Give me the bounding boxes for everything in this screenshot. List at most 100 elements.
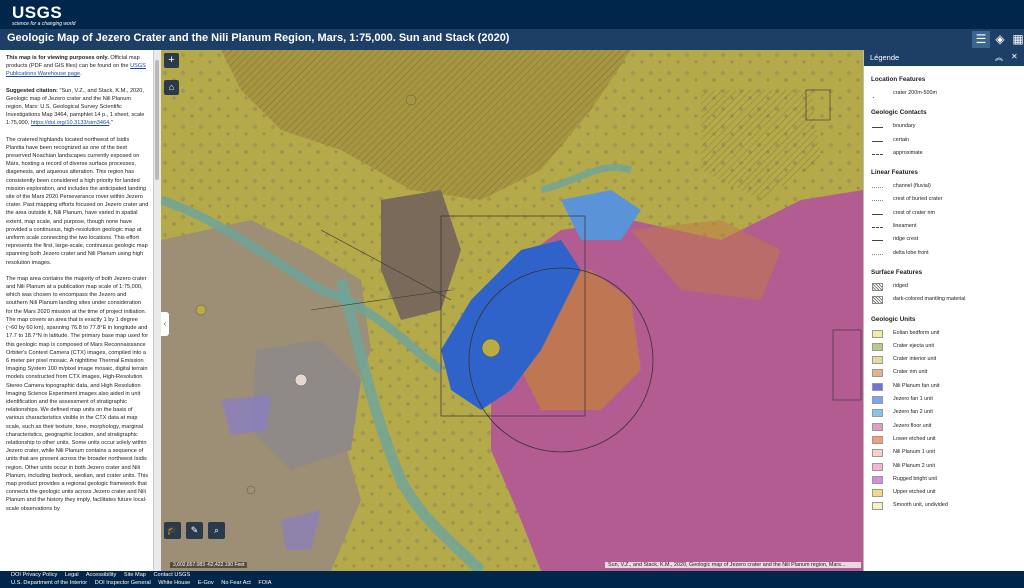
home-icon[interactable]: ⌂	[164, 80, 179, 95]
legend-label: crater 200m-500m	[893, 90, 938, 96]
legend-symbol	[872, 127, 883, 129]
crater-feature	[195, 304, 207, 316]
crater-feature	[405, 94, 417, 106]
legend-item: Crater ejecta unit	[871, 341, 1024, 354]
legend-section-title: Geologic Contacts	[871, 109, 927, 117]
legend-list-icon[interactable]: ☰	[972, 31, 990, 48]
legend-section-title: Surface Features	[871, 268, 923, 276]
legend-symbol	[872, 502, 883, 511]
usgs-logo[interactable]: USGS science for a changing world	[12, 3, 75, 27]
legend-label: crest of crater rim	[893, 209, 935, 216]
footer-link[interactable]: Accessibility	[86, 572, 116, 578]
collapse-up-icon[interactable]: ︽	[995, 52, 1003, 63]
legend-label: ridge crest	[893, 236, 919, 243]
legend-symbol	[872, 369, 883, 378]
footer-link[interactable]: Legal	[65, 572, 79, 578]
legend-symbol	[872, 356, 883, 365]
legend-item: Jezero floor unit	[871, 421, 1024, 434]
zoom-tool-icon[interactable]: ⌕	[208, 522, 225, 539]
footer-row-1: DOI Privacy Policy Legal Accessibility S…	[11, 572, 196, 578]
crater-feature	[246, 485, 256, 495]
legend-label: Jezero floor unit	[893, 422, 932, 429]
description-paragraph-2: The map area contains the majority of bo…	[6, 275, 149, 512]
legend-symbol	[872, 396, 883, 405]
legend-label: Jezero fan 2 unit	[893, 409, 933, 416]
legend-body: Location Features · crater 200m-500m Geolog…	[864, 66, 1024, 514]
legend-label: boundary	[893, 123, 916, 130]
legend-symbol	[872, 435, 883, 444]
legend-item: boundary	[871, 121, 1024, 134]
legend-item: certain	[871, 135, 1024, 148]
map-canvas[interactable]	[161, 50, 863, 571]
legend-symbol	[872, 422, 883, 431]
footer-link[interactable]: White House	[158, 580, 190, 586]
legend-label: delta lobe front	[893, 249, 929, 256]
legend-symbol	[872, 140, 883, 142]
legend-item: ridge crest	[871, 234, 1024, 247]
legend-panel: Légende ︽ ✕ Location Features · crater 200…	[863, 50, 1024, 571]
legend-item: Rugged bright unit	[871, 474, 1024, 487]
legend-item: delta lobe front	[871, 248, 1024, 261]
legend-symbol	[872, 462, 883, 471]
legend-label: Nili Planum fan unit	[893, 382, 940, 389]
legend-label: Nili Planum 2 unit	[893, 462, 935, 469]
legend-item: Smooth unit, undivided	[871, 500, 1024, 513]
citation-end: ."	[109, 120, 113, 127]
legend-label: crest of buried crater	[893, 196, 943, 203]
legend-label: ridged	[893, 282, 908, 289]
legend-symbol	[872, 329, 883, 338]
logo-tagline: science for a changing world	[12, 21, 76, 27]
footer-link[interactable]: U.S. Department of the Interior	[11, 580, 87, 586]
legend-item: dark-colored mantling material	[871, 294, 1024, 307]
pencil-icon[interactable]: ✎	[186, 522, 203, 539]
legend-item: Upper etched unit	[871, 487, 1024, 500]
legend-label: Rugged bright unit	[893, 475, 938, 482]
legend-symbol	[872, 449, 883, 458]
notice-end: .	[80, 71, 82, 78]
legend-title: Légende	[870, 53, 900, 62]
legend-symbol	[872, 282, 883, 291]
legend-item: · crater 200m-500m	[872, 90, 938, 102]
viewing-notice: This map is for viewing purposes only. O…	[6, 54, 149, 79]
footer-link[interactable]: FOIA	[258, 580, 271, 586]
geologic-map[interactable]	[161, 50, 863, 571]
legend-section-title: Geologic Units	[871, 315, 916, 323]
legend-label: lineament	[893, 223, 917, 230]
logo-wordmark: USGS	[12, 3, 63, 22]
legend-item: Nili Planum 1 unit	[871, 447, 1024, 460]
citation: Suggested citation: "Sun, V.Z., and Stac…	[6, 87, 149, 128]
legend-label: Lower etched unit	[893, 435, 936, 442]
legend-item: crest of buried crater	[871, 194, 1024, 207]
footer-link[interactable]: E-Gov	[198, 580, 214, 586]
graduation-cap-icon[interactable]: 🎓	[164, 522, 181, 539]
legend-symbol	[872, 227, 883, 229]
crater-small	[481, 338, 501, 358]
legend-item: Lower etched unit	[871, 434, 1024, 447]
basemap-grid-icon[interactable]: ▦	[1009, 31, 1024, 48]
scrollbar-thumb[interactable]	[155, 60, 159, 180]
collapse-panel-button[interactable]: ‹	[161, 312, 169, 336]
map-attribution: Sun, V.Z., and Stack, K.M., 2020, Geolog…	[605, 562, 861, 568]
legend-section-title: Linear Features	[871, 169, 918, 177]
legend-label: Crater ejecta unit	[893, 342, 935, 349]
zoom-in-button[interactable]: +	[164, 53, 179, 68]
legend-symbol	[872, 153, 883, 155]
legend-symbol	[872, 409, 883, 418]
footer-link[interactable]: No Fear Act	[221, 580, 251, 586]
footer-link[interactable]: Site Map	[124, 572, 146, 578]
footer-link[interactable]: Contact USGS	[153, 572, 190, 578]
footer-link[interactable]: DOI Inspector General	[95, 580, 151, 586]
legend-item: Crater rim unit	[871, 367, 1024, 380]
legend-symbol	[872, 475, 883, 484]
close-icon[interactable]: ✕	[1011, 52, 1018, 61]
doi-link[interactable]: https://doi.org/10.3133/sim3464	[31, 120, 109, 126]
legend-header: Légende ︽ ✕	[864, 50, 1024, 66]
layers-icon[interactable]: ◈	[991, 31, 1009, 48]
usgs-header: USGS science for a changing world	[0, 0, 1024, 29]
legend-symbol	[872, 342, 883, 351]
footer-link[interactable]: DOI Privacy Policy	[11, 572, 57, 578]
legend-symbol	[872, 382, 883, 391]
legend-item: Eolian bedform unit	[871, 328, 1024, 341]
legend-item: Jezero fan 1 unit	[871, 394, 1024, 407]
legend-symbol	[872, 489, 883, 498]
